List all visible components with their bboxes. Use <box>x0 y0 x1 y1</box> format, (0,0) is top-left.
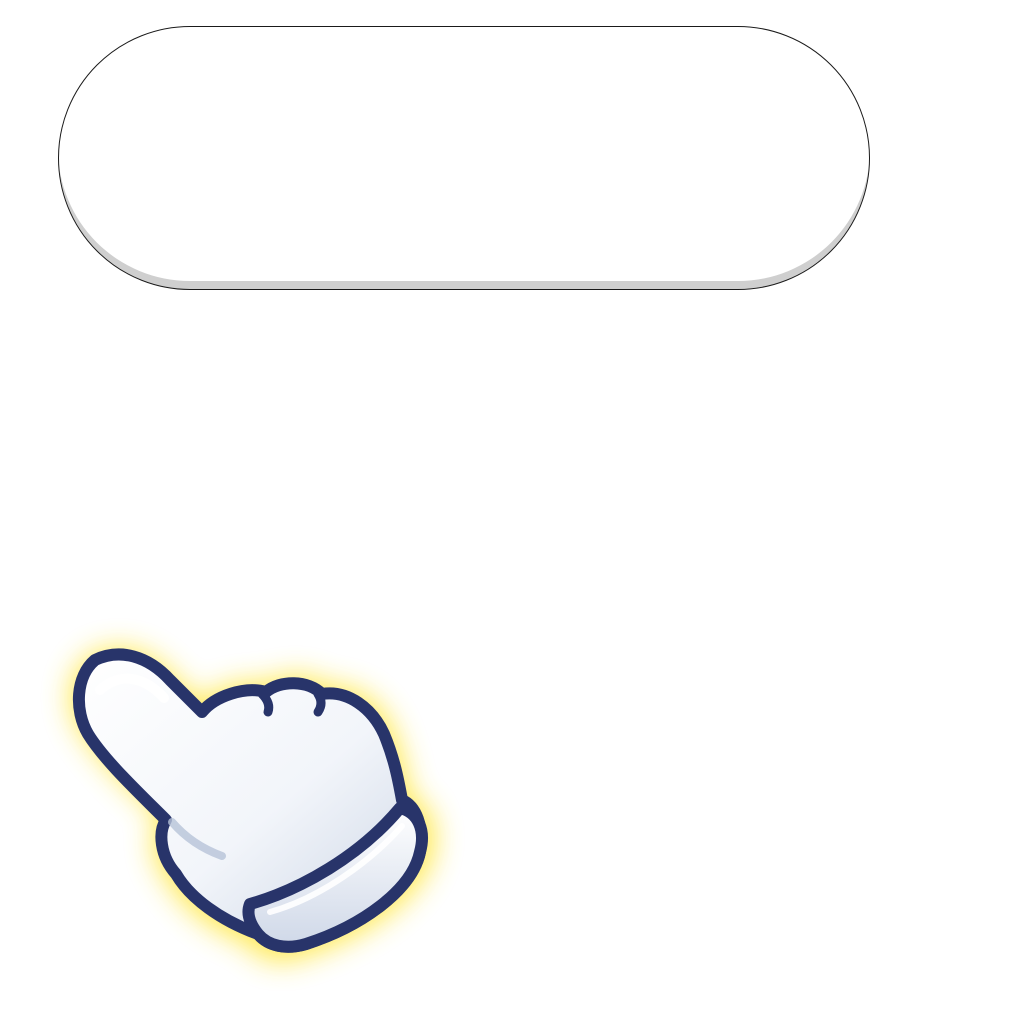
knuckle-line-2 <box>313 689 326 717</box>
pill-button[interactable] <box>58 26 870 290</box>
stage <box>0 0 1024 1024</box>
hand-pointer-icon <box>10 590 490 1010</box>
